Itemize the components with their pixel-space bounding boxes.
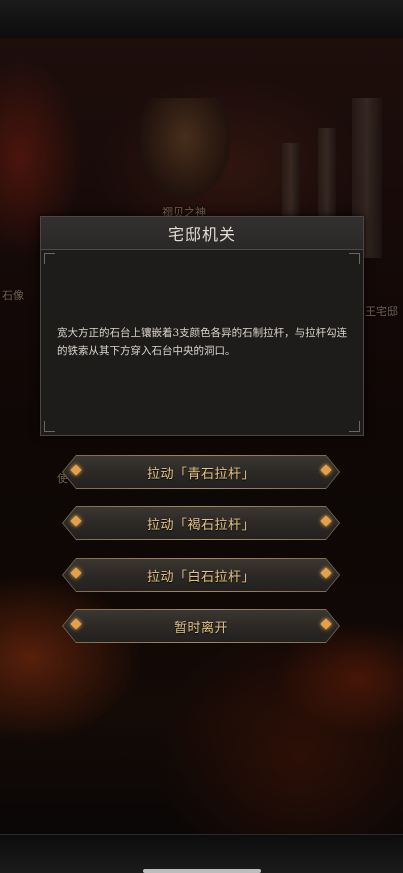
choice-pull-cyan-lever[interactable]: 拉动「青石拉杆」	[62, 455, 340, 489]
dialog-title: 宅邸机关	[167, 225, 236, 244]
corner-ornament	[44, 253, 55, 264]
scene-label-mansion: 王宅邸	[365, 305, 398, 318]
corner-ornament	[349, 253, 360, 264]
choice-pull-white-lever[interactable]: 拉动「白石拉杆」	[62, 558, 340, 592]
home-indicator[interactable]	[143, 869, 261, 873]
dialog-body: 宽大方正的石台上镶嵌着3支颜色各异的石制拉杆，与拉杆勾连的铁索从其下方穿入石台中…	[41, 250, 363, 435]
mansion-mechanism-dialog: 宅邸机关 宽大方正的石台上镶嵌着3支颜色各异的石制拉杆，与拉杆勾连的铁索从其下方…	[40, 216, 364, 436]
choice-label: 暂时离开	[173, 620, 228, 636]
choice-label: 拉动「青石拉杆」	[146, 466, 255, 482]
choice-pull-brown-lever[interactable]: 拉动「褐石拉杆」	[62, 506, 340, 540]
choice-leave[interactable]: 暂时离开	[62, 609, 340, 643]
corner-ornament	[44, 421, 55, 432]
pillar	[318, 128, 336, 228]
dialog-description: 宽大方正的石台上镶嵌着3支颜色各异的石制拉杆，与拉杆勾连的铁索从其下方穿入石台中…	[57, 327, 348, 357]
scene-label-statue: 石像	[2, 289, 24, 302]
statue-shrine	[140, 98, 230, 198]
corner-ornament	[349, 421, 360, 432]
choice-label: 拉动「白石拉杆」	[146, 569, 255, 585]
game-scene-background: 禤贝之神 石像 王宅邸 使	[0, 38, 403, 835]
dialog-title-bar: 宅邸机关	[41, 217, 363, 250]
choice-label: 拉动「褐石拉杆」	[146, 517, 255, 533]
top-bar	[0, 0, 403, 39]
bottom-bar	[0, 834, 403, 873]
pillar	[282, 143, 300, 223]
